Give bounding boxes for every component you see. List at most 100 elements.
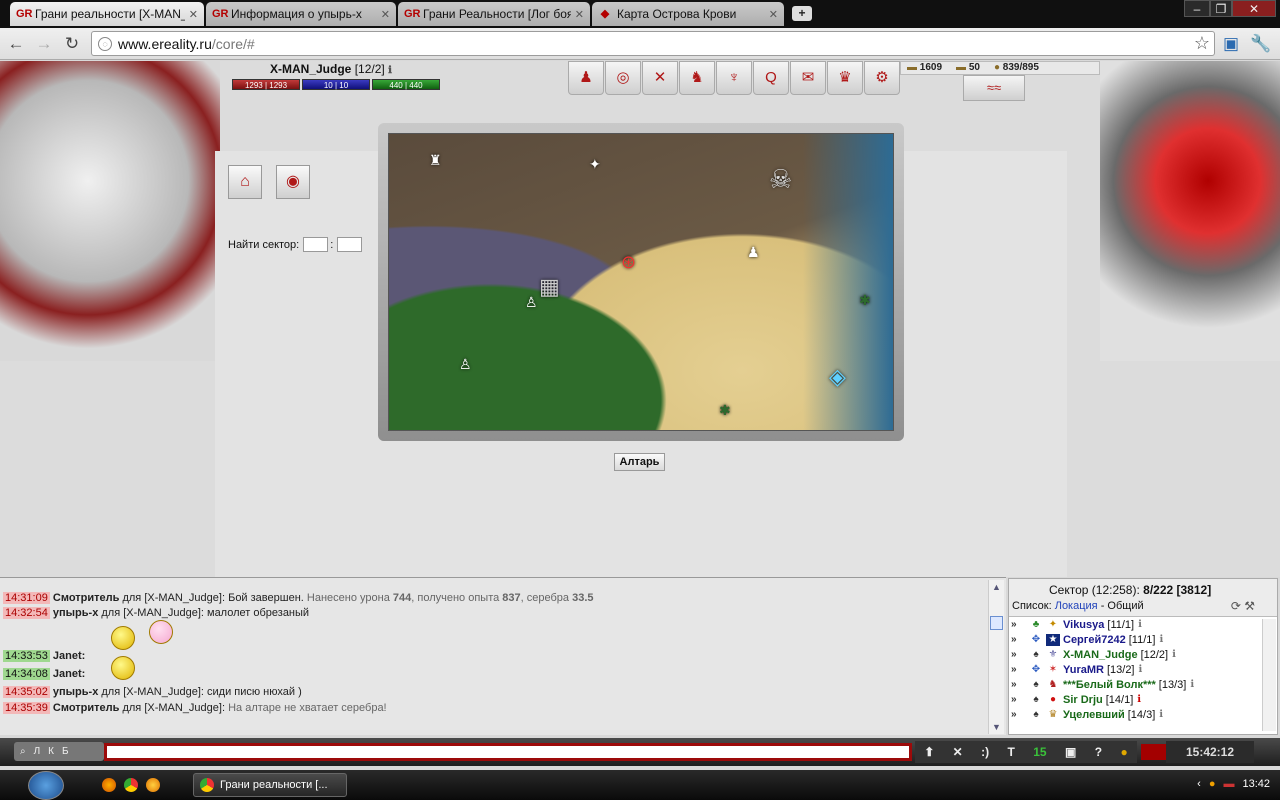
chat-timestamp[interactable]: 14:31:09 [3, 592, 50, 604]
chat-timestamp[interactable]: 14:34:08 [3, 668, 50, 680]
extension-icon[interactable]: ▣ [1220, 34, 1242, 54]
bookmark-star-icon[interactable]: ☆ [1194, 33, 1210, 54]
money-icon[interactable]: ● [1120, 745, 1127, 759]
bridge-platform-icon[interactable]: ▦ [539, 274, 560, 300]
player-row[interactable]: » ♣ ✦ Vikusya [11/1] ℹ [1009, 617, 1277, 632]
statue-marker-icon[interactable]: ♙ [525, 294, 538, 311]
windows-start-icon[interactable] [28, 771, 64, 800]
player-row[interactable]: » ✥ ✶ YuraMR [13/2] ℹ [1009, 662, 1277, 677]
smiles-button[interactable]: :) [981, 745, 989, 759]
info-icon[interactable]: ℹ [1159, 709, 1163, 720]
tower-marker-icon[interactable]: ♜ [429, 152, 442, 169]
info-icon[interactable]: ℹ [1159, 634, 1163, 645]
player-name[interactable]: ***Белый Волк*** [1063, 679, 1156, 691]
player-row[interactable]: » ♠ ♞ ***Белый Волк*** [13/3] ℹ [1009, 677, 1277, 692]
clear-icon[interactable]: ✕ [953, 745, 963, 759]
player-name[interactable]: X-MAN_Judge [1063, 649, 1138, 661]
close-tab-icon[interactable]: ✕ [381, 8, 390, 21]
private-arrow-icon[interactable]: » [1011, 649, 1029, 660]
character-menu-icon[interactable]: ♟ [568, 61, 604, 95]
inventory-menu-icon[interactable]: ◎ [605, 61, 641, 95]
city-map-icon[interactable]: ⌂ [228, 165, 262, 199]
help-icon[interactable]: ? [1095, 745, 1102, 759]
chat-scrollbar[interactable]: ▲ ▼ [988, 580, 1004, 734]
send-arrow-icon[interactable]: ⬆ [924, 745, 934, 759]
chat-nick[interactable]: Смотритель [53, 702, 120, 714]
scroll-up-icon[interactable]: ▲ [992, 582, 1001, 592]
tab-player-info[interactable]: GR Информация о упырь-х ✕ [206, 2, 396, 26]
player-row[interactable]: » ♠ ⚜ X-MAN_Judge [12/2] ℹ [1009, 647, 1277, 662]
player-row[interactable]: » ♠ ♛ Уцелевший [14/3] ℹ [1009, 707, 1277, 722]
player-name[interactable]: Уцелевший [1063, 709, 1125, 721]
chat-timestamp[interactable]: 14:32:54 [3, 607, 50, 619]
private-arrow-icon[interactable]: » [1011, 709, 1029, 720]
reload-icon[interactable]: ↻ [61, 34, 83, 54]
tab-island-map[interactable]: ◆ Карта Острова Крови ✕ [592, 2, 784, 26]
player-name[interactable]: Сергей7242 [1063, 634, 1126, 646]
character-name[interactable]: X-MAN_Judge [270, 62, 351, 76]
player-name[interactable]: YuraMR [1063, 664, 1104, 676]
tab-battle-log[interactable]: GR Грани Реальности [Лог боя] ✕ [398, 2, 590, 26]
chat-log[interactable]: 14:31:09 Смотритель для [X-MAN_Judge]: Б… [0, 577, 1006, 735]
player-name[interactable]: Vikusya [1063, 619, 1104, 631]
shop-menu-icon[interactable]: ♛ [827, 61, 863, 95]
chat-nick[interactable]: упырь-х [53, 607, 98, 619]
eye-view-icon[interactable]: ◉ [276, 165, 310, 199]
player-name[interactable]: Sir Drju [1063, 694, 1103, 706]
skull-rock-icon[interactable]: ☠ [769, 164, 792, 195]
chrome-icon[interactable] [124, 778, 138, 792]
search-icon[interactable]: ⌕ [20, 746, 26, 757]
close-tab-icon[interactable]: ✕ [575, 8, 584, 21]
clan-menu-icon[interactable]: ♞ [679, 61, 715, 95]
chat-nick[interactable]: Смотритель [53, 592, 120, 604]
shrine-marker-icon[interactable]: ♟ [747, 244, 760, 261]
restore-window-icon[interactable]: ❐ [1210, 0, 1232, 17]
settings-menu-icon[interactable]: ⚙ [864, 61, 900, 95]
portal-marker-icon[interactable]: ◈ [829, 364, 846, 390]
mode-b-button[interactable]: Б [62, 746, 69, 757]
info-icon[interactable]: ℹ [1137, 694, 1141, 705]
chat-timestamp[interactable]: 14:35:39 [3, 702, 50, 714]
chat-nick[interactable]: упырь-х [53, 686, 98, 698]
info-icon[interactable]: ℹ [1172, 649, 1176, 660]
private-arrow-icon[interactable]: » [1011, 664, 1029, 675]
battle-menu-icon[interactable]: ✕ [642, 61, 678, 95]
mode-k-button[interactable]: К [48, 746, 54, 757]
player-row[interactable]: » ♠ ● Sir Drju [14/1] ℹ [1009, 692, 1277, 707]
wrench-settings-icon[interactable]: 🔧 [1250, 34, 1272, 54]
chat-timestamp[interactable]: 14:35:02 [3, 686, 50, 698]
refresh-icon[interactable]: ⟳ [1231, 599, 1241, 613]
altar-marker-icon[interactable]: ⊛ [621, 252, 636, 273]
scroll-thumb[interactable] [990, 616, 1003, 630]
info-icon[interactable]: ℹ [1138, 619, 1142, 630]
mode-l-button[interactable]: Л [34, 746, 41, 757]
minimize-window-icon[interactable]: – [1184, 0, 1210, 17]
island-map[interactable]: ♜ ✦ ☠ ⊛ ♟ ▦ ♙ ♙ ◈ ✱ ✱ [388, 133, 894, 431]
chat-input[interactable] [104, 743, 912, 761]
chat-timestamp[interactable]: 14:33:53 [3, 650, 50, 662]
wrench-icon[interactable]: ⚒ [1244, 599, 1255, 613]
private-arrow-icon[interactable]: » [1011, 694, 1029, 705]
info-icon[interactable]: ℹ [1190, 679, 1194, 690]
list-location-link[interactable]: Локация [1055, 600, 1098, 612]
close-window-icon[interactable]: ✕ [1232, 0, 1276, 17]
mail-menu-icon[interactable]: ✉ [790, 61, 826, 95]
private-arrow-icon[interactable]: » [1011, 679, 1029, 690]
translit-button[interactable]: T [1007, 745, 1014, 759]
chat-nick[interactable]: Janet [53, 668, 82, 680]
lantern-marker-icon[interactable]: ♙ [459, 356, 472, 373]
firefox-icon[interactable] [102, 778, 116, 792]
private-arrow-icon[interactable]: » [1011, 634, 1029, 645]
info-icon[interactable]: ℹ [388, 65, 392, 76]
altar-button[interactable]: Алтарь [614, 453, 665, 471]
tray-expand-icon[interactable]: ‹ [1197, 778, 1201, 790]
address-bar[interactable]: ◌ www.ereality.ru/core/# ☆ [91, 31, 1215, 56]
info-icon[interactable]: ℹ [1139, 664, 1143, 675]
taskbar-task-chrome[interactable]: Грани реальности [... [193, 773, 347, 797]
app-icon[interactable] [146, 778, 160, 792]
player-row[interactable]: » ✥ ★ Сергей7242 [11/1] ℹ [1009, 632, 1277, 647]
player-list-scrollbar[interactable] [1262, 619, 1276, 731]
new-tab-button[interactable]: + [792, 6, 812, 21]
screen-icon[interactable]: ▣ [1065, 745, 1076, 759]
close-tab-icon[interactable]: ✕ [769, 8, 778, 21]
